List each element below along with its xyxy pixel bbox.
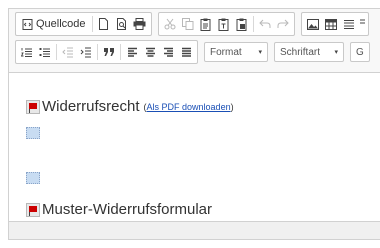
font-size-dropdown-label: G (356, 46, 364, 58)
flag-icon (26, 99, 40, 114)
anchor-placeholder-2 (26, 172, 40, 184)
redo-icon (277, 19, 289, 28)
flag-icon (26, 202, 40, 217)
numbered-list-icon (21, 47, 32, 57)
bulleted-list-icon (39, 47, 50, 57)
toolbar-row-2: Format ▾ Schriftart ▾ G (9, 39, 370, 65)
image-icon (306, 18, 319, 30)
paste-word-icon (236, 18, 247, 31)
cut-button[interactable] (161, 14, 179, 34)
font-dropdown-label: Schriftart (280, 46, 321, 58)
toolbar-group-paragraph (15, 40, 198, 64)
print-icon (133, 18, 146, 30)
align-justify-icon (181, 47, 191, 57)
toolbar-separator (56, 44, 57, 60)
align-right-icon (163, 47, 173, 57)
toolbar-separator (120, 44, 121, 60)
new-page-icon (99, 18, 109, 30)
paste-text-button[interactable] (215, 14, 233, 34)
font-size-dropdown[interactable]: G (350, 42, 370, 62)
paste-button[interactable] (197, 14, 215, 34)
table-button[interactable] (322, 14, 340, 34)
rich-text-editor: Quellcode Format ▾ Schriftart ▾ G Widerr… (8, 8, 380, 240)
blockquote-button[interactable] (100, 42, 118, 62)
indent-icon (80, 47, 91, 57)
editor-statusbar (9, 221, 380, 239)
preview-button[interactable] (113, 14, 131, 34)
pdf-download-note: (Als PDF downloaden) (143, 101, 234, 112)
align-center-icon (145, 47, 155, 57)
indent-button[interactable] (77, 42, 95, 62)
preview-icon (116, 18, 126, 30)
editor-content-area[interactable]: Widerrufsrecht (Als PDF downloaden) Must… (9, 73, 380, 221)
toolbar-group-document: Quellcode (15, 12, 152, 36)
special-char-icon (359, 19, 365, 23)
toolbar-separator (97, 44, 98, 60)
anchor-placeholder-1 (26, 127, 40, 139)
align-justify-button[interactable] (177, 42, 195, 62)
toolbar-group-insert (300, 12, 369, 36)
chevron-down-icon: ▾ (258, 49, 262, 56)
copy-button[interactable] (179, 14, 197, 34)
numbered-list-button[interactable] (18, 42, 36, 62)
anchor-icon[interactable] (26, 172, 40, 184)
paste-word-button[interactable] (233, 14, 251, 34)
horizontal-line-button[interactable] (340, 14, 358, 34)
toolbar-group-clipboard (157, 12, 295, 36)
paste-icon (200, 18, 211, 31)
align-right-button[interactable] (159, 42, 177, 62)
new-page-button[interactable] (95, 14, 113, 34)
redo-button[interactable] (274, 14, 292, 34)
source-button[interactable]: Quellcode (18, 14, 90, 34)
cut-icon (164, 18, 176, 30)
outdent-button[interactable] (59, 42, 77, 62)
print-button[interactable] (131, 14, 149, 34)
toolbar-row-1: Quellcode (9, 11, 369, 37)
toolbar-separator (91, 16, 93, 32)
special-char-button[interactable] (358, 14, 366, 34)
blockquote-icon (104, 48, 114, 56)
table-icon (324, 18, 337, 30)
align-center-button[interactable] (141, 42, 159, 62)
image-button[interactable] (304, 14, 322, 34)
font-dropdown[interactable]: Schriftart ▾ (274, 42, 344, 62)
outdent-icon (62, 47, 73, 57)
chevron-down-icon: ▾ (334, 49, 338, 56)
content-line-withdrawal: Widerrufsrecht (Als PDF downloaden) (26, 98, 234, 115)
paste-text-icon (218, 18, 229, 31)
source-icon (22, 18, 33, 30)
bulleted-list-button[interactable] (36, 42, 54, 62)
undo-icon (258, 19, 271, 28)
undo-button[interactable] (256, 14, 274, 34)
format-dropdown-label: Format (210, 46, 242, 58)
anchor-icon[interactable] (26, 127, 40, 139)
copy-icon (181, 18, 194, 30)
toolbar-separator (252, 16, 254, 32)
source-button-label: Quellcode (36, 18, 86, 30)
editor-toolbar: Quellcode Format ▾ Schriftart ▾ G (9, 9, 380, 73)
content-line-form: Muster-Widerrufsformular (26, 201, 212, 218)
align-left-button[interactable] (123, 42, 141, 62)
align-left-icon (127, 47, 137, 57)
format-dropdown[interactable]: Format ▾ (204, 42, 268, 62)
withdrawal-form-heading: Muster-Widerrufsformular (42, 201, 213, 218)
withdrawal-heading: Widerrufsrecht (42, 98, 140, 115)
pdf-download-link[interactable]: Als PDF downloaden (147, 102, 231, 112)
horizontal-line-icon (343, 19, 354, 29)
